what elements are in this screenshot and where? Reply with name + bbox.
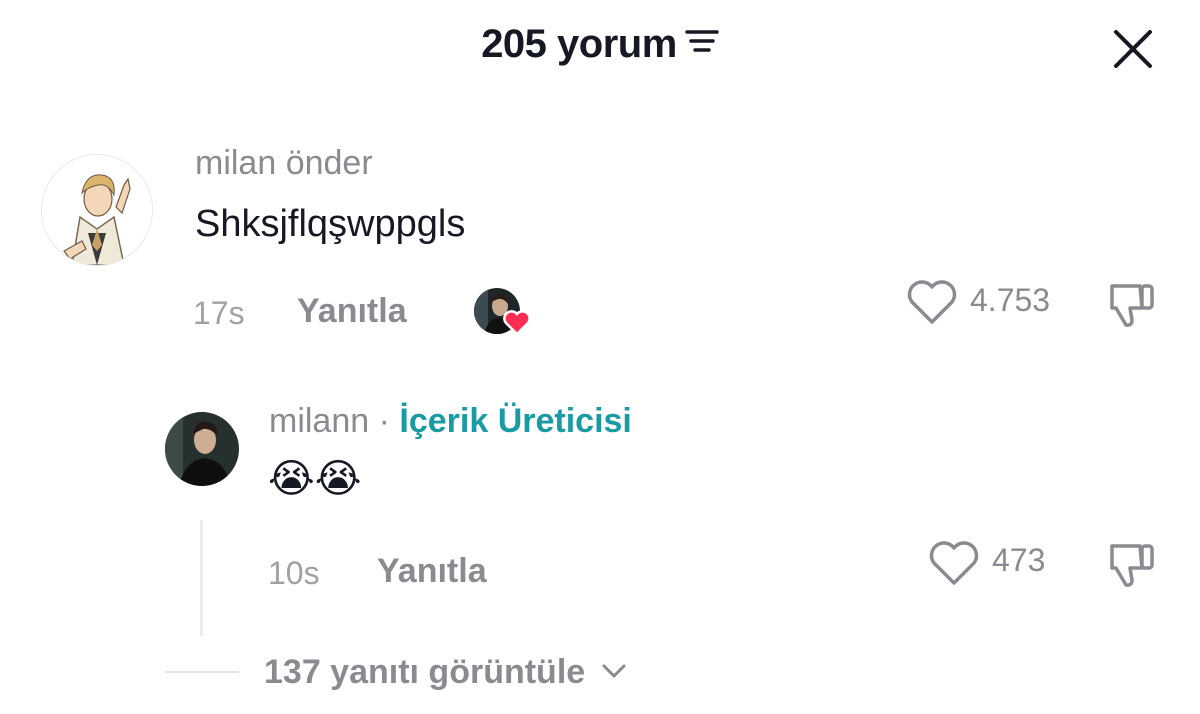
- view-replies-divider: [165, 671, 239, 673]
- close-icon: [1114, 30, 1152, 68]
- commenter-username[interactable]: milan önder: [195, 144, 373, 183]
- commenter-avatar[interactable]: [41, 154, 153, 266]
- separator-dot: ·: [378, 402, 390, 440]
- heart-badge-icon: [503, 310, 531, 336]
- comment-text: Shksjflqşwppgls: [195, 203, 466, 245]
- reply-timestamp: 10s: [268, 555, 320, 591]
- like-count: 4.753: [970, 282, 1051, 318]
- comment-count-title: 205 yorum: [481, 22, 677, 66]
- reply-username-line: milann · İçerik Üreticisi: [269, 402, 632, 441]
- reply-text: 😭😭: [268, 456, 362, 502]
- reply-reply-button[interactable]: Yanıtla: [377, 552, 487, 591]
- reply-thread-line: [200, 520, 203, 636]
- like-button[interactable]: [906, 279, 962, 327]
- heart-outline-icon: [907, 280, 957, 324]
- chevron-down-icon: [602, 664, 626, 678]
- thumbs-down-icon: [1110, 284, 1154, 327]
- creator-label: İçerik Üreticisi: [399, 402, 632, 440]
- sort-lines-icon[interactable]: [685, 21, 719, 66]
- creator-liked-badge: [474, 288, 531, 338]
- comments-header: 205 yorum: [0, 22, 1200, 67]
- view-replies-label: 137 yanıtı görüntüle: [264, 653, 586, 691]
- reply-avatar[interactable]: [165, 412, 239, 486]
- close-button[interactable]: [1108, 24, 1158, 74]
- reply-dislike-button[interactable]: [1106, 538, 1160, 590]
- view-replies-button[interactable]: 137 yanıtı görüntüle: [264, 653, 627, 692]
- thumbs-down-icon: [1110, 544, 1154, 587]
- heart-outline-icon: [929, 541, 979, 585]
- reply-like-count: 473: [992, 542, 1046, 578]
- dislike-button[interactable]: [1106, 278, 1160, 330]
- reply-button[interactable]: Yanıtla: [297, 292, 407, 331]
- reply-like-button[interactable]: [928, 540, 984, 588]
- reply-username[interactable]: milann: [269, 402, 369, 440]
- comment-timestamp: 17s: [193, 295, 245, 331]
